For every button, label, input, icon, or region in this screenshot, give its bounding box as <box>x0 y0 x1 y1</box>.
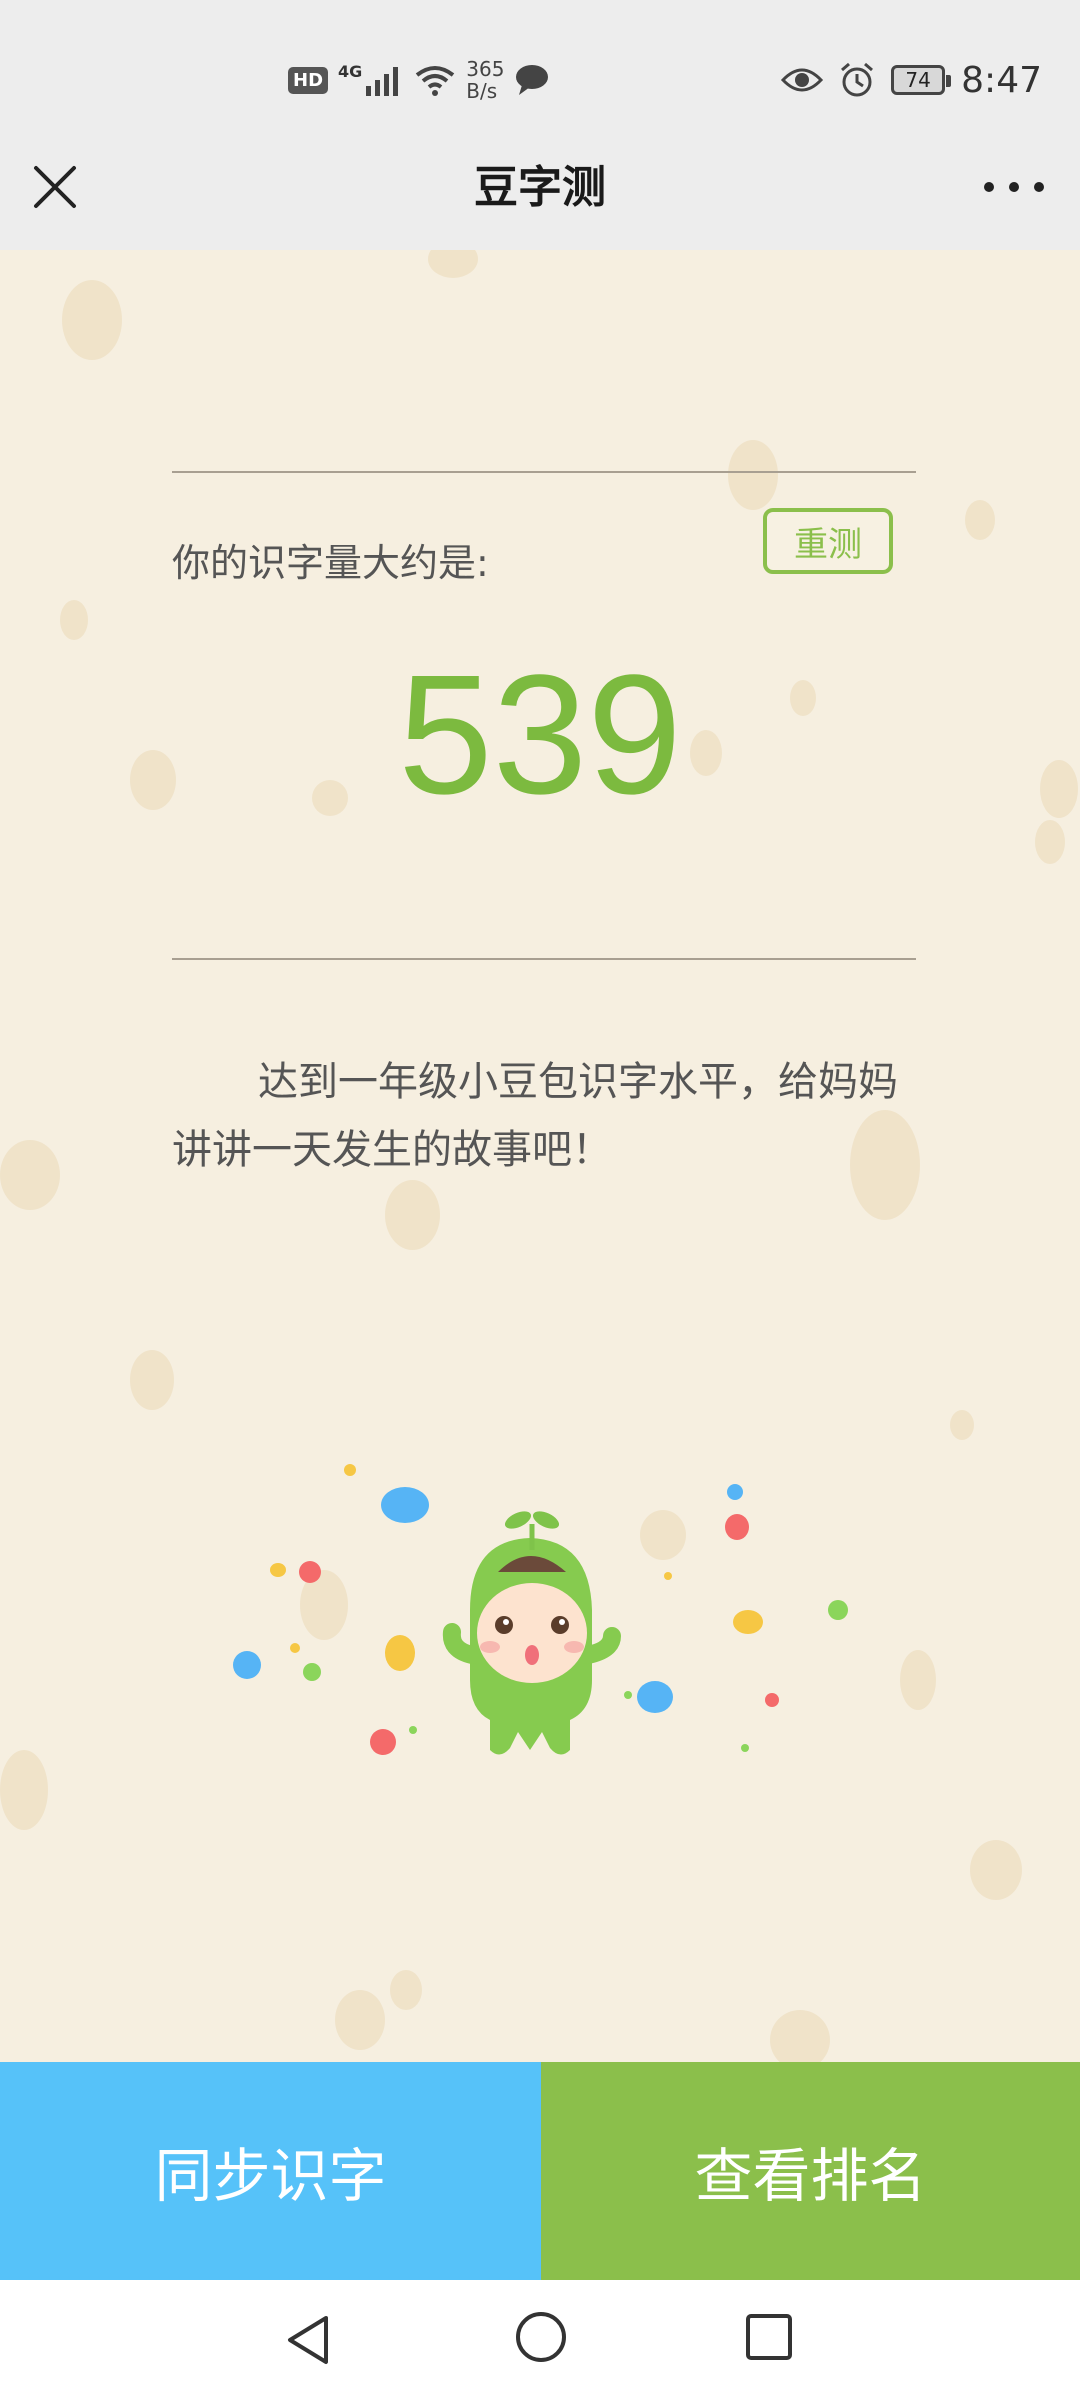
speed-unit: B/s <box>466 79 498 103</box>
background-blot <box>390 1970 422 2010</box>
background-blot <box>728 440 778 510</box>
status-left: HD 4G 365 B/s <box>288 56 550 104</box>
result-panel: 你的识字量大约是: 重测 539 达到一年级小豆包识字水平，给妈妈讲讲一天发生的… <box>0 250 1080 2062</box>
background-blot <box>0 1750 48 1830</box>
network-speed: 365 B/s <box>466 58 504 102</box>
view-ranking-button[interactable]: 查看排名 <box>541 2062 1080 2280</box>
background-blot <box>970 1840 1022 1900</box>
bottom-divider <box>172 958 916 960</box>
status-right: 74 8:47 <box>781 54 1042 106</box>
background-blot <box>965 500 995 540</box>
background-blot <box>0 1140 60 1210</box>
background-blot <box>60 600 88 640</box>
bean-mascot-illustration <box>233 1464 848 1755</box>
system-nav-bar <box>0 2280 1080 2400</box>
background-blot <box>62 280 122 360</box>
alarm-icon <box>841 62 874 97</box>
chat-bubble-icon <box>516 65 549 95</box>
sync-literacy-button[interactable]: 同步识字 <box>0 2062 541 2280</box>
wifi-icon <box>416 66 455 96</box>
background-blot <box>385 1180 440 1250</box>
clock: 8:47 <box>961 59 1042 101</box>
status-bar: HD 4G 365 B/s 74 8:47 <box>0 0 1080 160</box>
back-triangle-icon[interactable] <box>278 2310 338 2370</box>
more-dot <box>1034 182 1044 192</box>
more-icon[interactable] <box>984 172 1044 202</box>
eye-icon <box>781 68 824 92</box>
more-dot <box>1009 182 1019 192</box>
network-type-label: 4G <box>338 61 363 81</box>
background-blot <box>428 250 478 278</box>
background-blot <box>950 1410 974 1440</box>
result-label: 你的识字量大约是: <box>172 541 489 585</box>
battery-icon: 74 <box>891 65 952 95</box>
recent-square-icon[interactable] <box>744 2312 794 2362</box>
background-blot <box>770 2010 830 2062</box>
more-dot <box>984 182 994 192</box>
background-blot <box>130 1350 174 1410</box>
background-blot <box>1035 820 1065 864</box>
score-value: 539 <box>398 640 682 830</box>
battery-level: 74 <box>905 68 931 92</box>
signal-icon <box>366 67 399 96</box>
result-description: 达到一年级小豆包识字水平，给妈妈讲讲一天发生的故事吧！ <box>172 1059 898 1173</box>
background-blot <box>335 1990 385 2050</box>
retest-button[interactable]: 重测 <box>763 508 893 574</box>
background-blot <box>900 1650 936 1710</box>
page-title: 豆字测 <box>474 162 606 213</box>
top-divider <box>172 471 916 473</box>
home-circle-icon[interactable] <box>514 2310 568 2364</box>
speed-value: 365 <box>466 57 505 81</box>
action-bar: 同步识字 查看排名 <box>0 2062 1080 2280</box>
hd-icon: HD <box>288 66 329 94</box>
